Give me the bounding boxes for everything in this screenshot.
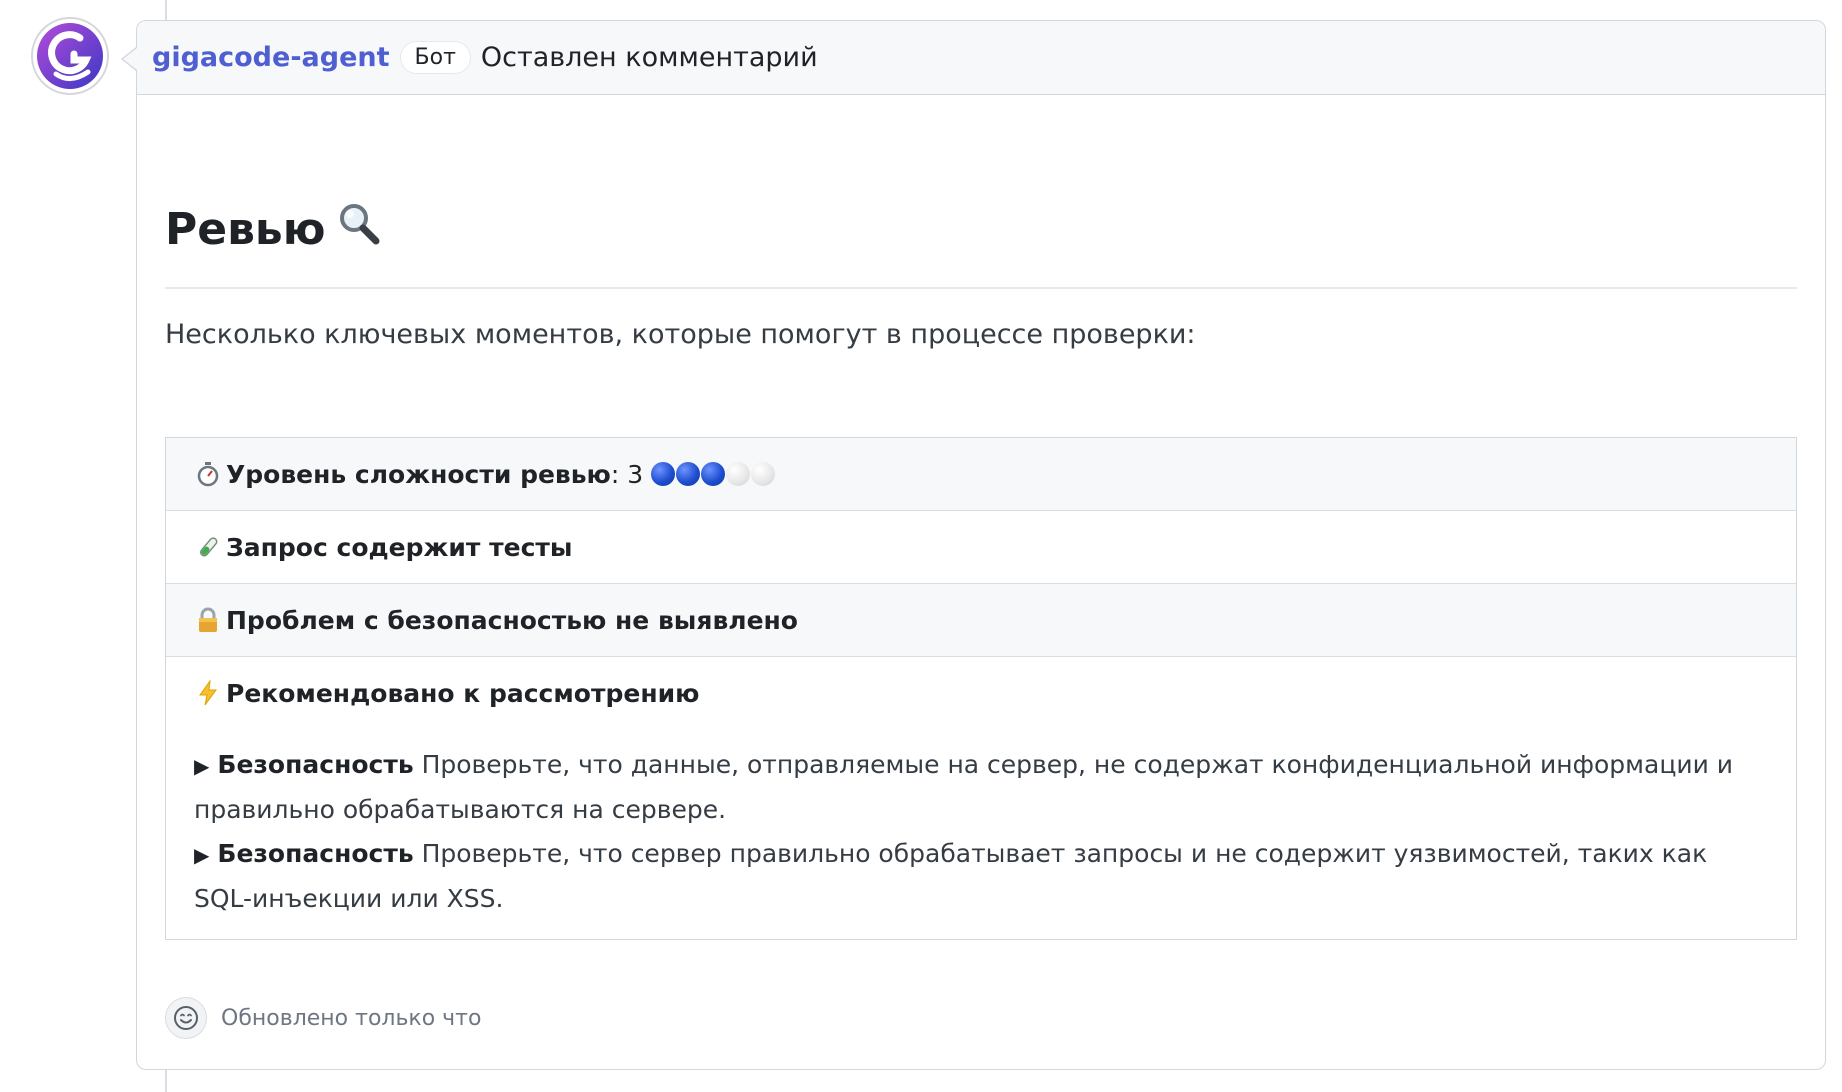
comment-footer: Обновлено только что bbox=[165, 997, 481, 1039]
disclosure-triangle-icon[interactable]: ▶ bbox=[194, 754, 209, 778]
complexity-dot-filled bbox=[651, 462, 676, 486]
detail-text: Проверьте, что данные, отправляемые на с… bbox=[194, 750, 1734, 824]
comment-pointer-fill bbox=[123, 48, 137, 70]
complexity-value: : 3 bbox=[610, 459, 644, 489]
updated-timestamp: Обновлено только что bbox=[221, 1005, 482, 1031]
review-title-text: Ревью bbox=[165, 203, 326, 255]
tests-row: Запрос содержит тесты bbox=[166, 511, 1796, 584]
comment-body: Ревью Несколько ключевых моментов, котор… bbox=[165, 95, 1797, 940]
complexity-label: Уровень сложности ревью bbox=[226, 459, 611, 489]
lightning-icon bbox=[194, 680, 222, 706]
comment-header: gigacode-agent Бот Оставлен комментарий bbox=[137, 21, 1825, 95]
review-title: Ревью bbox=[165, 191, 1797, 267]
title-divider bbox=[165, 287, 1797, 289]
smiley-icon bbox=[174, 1006, 198, 1030]
complexity-row: Уровень сложности ревью : 3 bbox=[166, 438, 1796, 511]
comment-action-text: Оставлен комментарий bbox=[480, 42, 818, 73]
avatar[interactable] bbox=[30, 16, 110, 96]
detail-text: Проверьте, что сервер правильно обрабаты… bbox=[194, 839, 1708, 913]
disclosure-triangle-icon[interactable]: ▶ bbox=[194, 843, 209, 867]
add-reaction-button[interactable] bbox=[165, 997, 207, 1039]
security-text: Проблем с безопасностью не выявлено bbox=[226, 605, 798, 635]
tests-text: Запрос содержит тесты bbox=[226, 532, 573, 562]
detail-title: Безопасность bbox=[217, 839, 414, 868]
complexity-dot-empty bbox=[751, 462, 776, 486]
bot-badge: Бот bbox=[399, 41, 471, 74]
review-intro: Несколько ключевых моментов, которые пом… bbox=[165, 319, 1196, 350]
comment-card: gigacode-agent Бот Оставлен комментарий … bbox=[136, 20, 1826, 1070]
magnifier-icon bbox=[336, 201, 382, 258]
complexity-dot-filled bbox=[676, 462, 701, 486]
recommendation-row: Рекомендовано к рассмотрению bbox=[166, 657, 1796, 729]
lock-icon bbox=[194, 607, 222, 633]
detail-item[interactable]: ▶ Безопасность Проверьте, что данные, отп… bbox=[194, 743, 1768, 832]
author-link[interactable]: gigacode-agent bbox=[152, 42, 390, 73]
detail-title: Безопасность bbox=[217, 750, 414, 779]
stopwatch-icon bbox=[194, 461, 222, 487]
complexity-dot-filled bbox=[701, 462, 726, 486]
test-tube-icon bbox=[194, 535, 222, 559]
recommendation-details: ▶ Безопасность Проверьте, что данные, отп… bbox=[166, 729, 1796, 939]
review-summary-table: Уровень сложности ревью : 3 Запрос содер… bbox=[165, 437, 1797, 940]
gigacode-logo-icon bbox=[31, 17, 109, 95]
detail-item[interactable]: ▶ Безопасность Проверьте, что сервер прав… bbox=[194, 832, 1768, 921]
complexity-dots bbox=[651, 462, 776, 486]
security-row: Проблем с безопасностью не выявлено bbox=[166, 584, 1796, 657]
complexity-dot-empty bbox=[726, 462, 751, 486]
recommendation-text: Рекомендовано к рассмотрению bbox=[226, 678, 700, 708]
